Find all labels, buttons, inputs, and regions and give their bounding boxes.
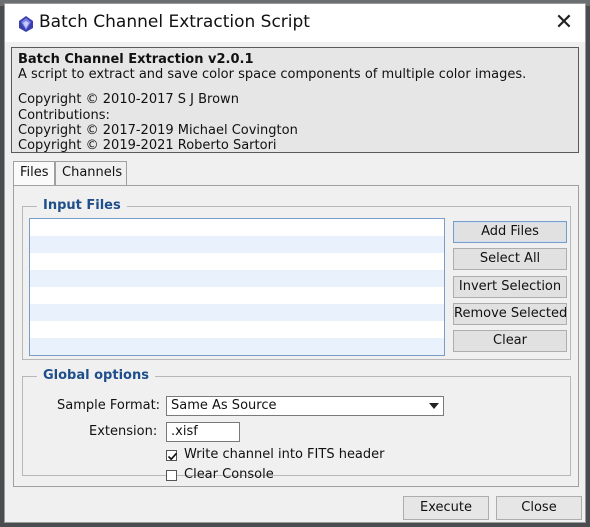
extension-input[interactable]: .xisf: [166, 422, 240, 442]
chevron-down-icon: [429, 403, 439, 409]
clear-button[interactable]: Clear: [453, 330, 567, 352]
copyright-line-1: Copyright © 2010-2017 S J Brown: [18, 92, 239, 108]
sample-format-select[interactable]: Same As Source: [166, 396, 444, 416]
script-info-panel: Batch Channel Extraction v2.0.1 A script…: [11, 47, 579, 153]
global-options-group: Global options Sample Format: Same As So…: [22, 368, 571, 482]
list-item[interactable]: [30, 270, 444, 287]
close-window-button[interactable]: ✕: [551, 10, 577, 36]
list-item[interactable]: [30, 253, 444, 270]
list-item[interactable]: [30, 287, 444, 304]
input-files-list[interactable]: [29, 218, 445, 356]
copyright-line-3: Copyright © 2019-2021 Roberto Sartori: [18, 138, 277, 154]
list-item[interactable]: [30, 304, 444, 321]
write-fits-checkbox[interactable]: [166, 450, 178, 461]
global-options-title: Global options: [37, 368, 155, 383]
sample-format-label: Sample Format:: [57, 398, 161, 413]
input-files-title: Input Files: [37, 198, 127, 213]
tab-channels[interactable]: Channels: [55, 161, 127, 185]
add-files-button[interactable]: Add Files: [453, 221, 567, 243]
extension-label: Extension:: [89, 424, 158, 439]
invert-selection-button[interactable]: Invert Selection: [453, 276, 567, 298]
script-description: A script to extract and save color space…: [18, 67, 527, 83]
window-title: Batch Channel Extraction Script: [39, 12, 310, 32]
clear-console-label: Clear Console: [184, 467, 274, 482]
checkmark-icon: [167, 452, 178, 461]
dialog-window: Batch Channel Extraction Script ✕ Batch …: [4, 3, 586, 523]
write-fits-label: Write channel into FITS header: [184, 447, 385, 462]
files-tab-panel: Input Files Add Files Select All Invert …: [13, 185, 579, 487]
input-files-group: Input Files Add Files Select All Invert …: [22, 198, 571, 360]
sample-format-value: Same As Source: [171, 398, 277, 413]
close-button[interactable]: Close: [496, 496, 582, 520]
title-bar: Batch Channel Extraction Script ✕: [5, 4, 585, 42]
copyright-line-2: Copyright © 2017-2019 Michael Covington: [18, 122, 298, 138]
list-item[interactable]: [30, 236, 444, 253]
list-item[interactable]: [30, 321, 444, 338]
close-icon: ✕: [554, 10, 574, 35]
select-all-button[interactable]: Select All: [453, 248, 567, 270]
remove-selected-button[interactable]: Remove Selected: [453, 303, 567, 325]
clear-console-checkbox[interactable]: [166, 470, 177, 481]
pixinsight-logo-icon: [19, 16, 33, 32]
execute-button[interactable]: Execute: [403, 496, 489, 520]
list-item[interactable]: [30, 338, 444, 355]
script-heading: Batch Channel Extraction v2.0.1: [18, 52, 254, 67]
tab-files[interactable]: Files: [13, 161, 55, 186]
contributions-label: Contributions:: [18, 107, 110, 123]
list-item[interactable]: [30, 219, 444, 236]
